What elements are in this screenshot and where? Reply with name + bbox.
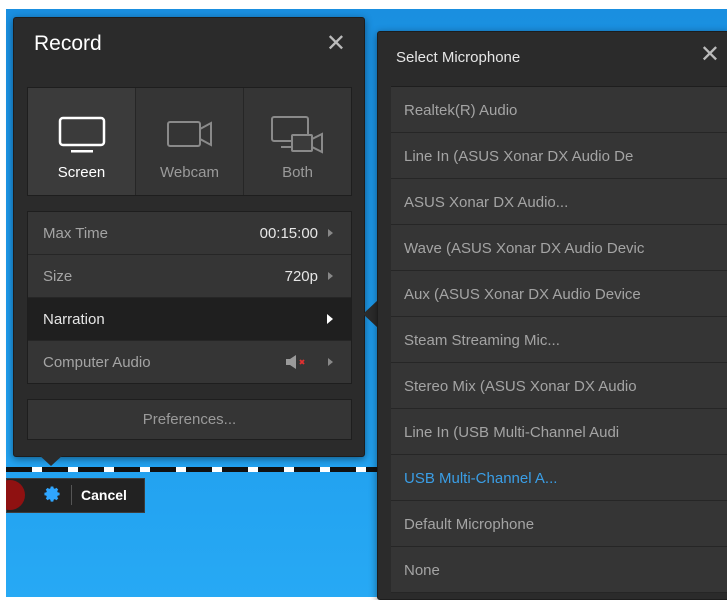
microphone-list: Realtek(R) Audio Line In (ASUS Xonar DX A… bbox=[391, 86, 727, 593]
microphone-option-label: Line In (ASUS Xonar DX Audio De bbox=[404, 148, 634, 165]
source-label: Screen bbox=[57, 164, 106, 181]
microphone-panel-title: Select Microphone bbox=[396, 49, 521, 66]
microphone-option-label: Line In (USB Multi-Channel Audi bbox=[404, 424, 620, 441]
submenu-pointer bbox=[363, 300, 378, 328]
close-icon[interactable]: ✕ bbox=[326, 32, 346, 56]
microphone-option[interactable]: Stereo Mix (ASUS Xonar DX Audio bbox=[391, 363, 727, 409]
option-value: 720p bbox=[284, 268, 318, 285]
microphone-option[interactable]: ASUS Xonar DX Audio... bbox=[391, 179, 727, 225]
microphone-option[interactable]: Line In (ASUS Xonar DX Audio De bbox=[391, 133, 727, 179]
microphone-option-label: Stereo Mix (ASUS Xonar DX Audio bbox=[404, 378, 637, 395]
record-button[interactable] bbox=[6, 480, 25, 510]
preferences-button[interactable]: Preferences... bbox=[27, 399, 352, 440]
option-label: Size bbox=[43, 268, 73, 285]
option-label: Narration bbox=[43, 311, 105, 328]
chevron-right-icon bbox=[328, 272, 333, 280]
option-label: Computer Audio bbox=[43, 354, 151, 371]
panel-pointer bbox=[38, 454, 64, 466]
toolbar-divider bbox=[71, 485, 72, 505]
record-panel-title: Record bbox=[34, 32, 102, 55]
record-toolbar: Cancel bbox=[6, 478, 145, 513]
microphone-option-label: ASUS Xonar DX Audio... bbox=[404, 194, 569, 211]
microphone-option[interactable]: Line In (USB Multi-Channel Audi bbox=[391, 409, 727, 455]
source-both-button[interactable]: Both bbox=[244, 88, 351, 195]
microphone-option-label: Aux (ASUS Xonar DX Audio Device bbox=[404, 286, 641, 303]
microphone-option-label: None bbox=[404, 562, 440, 579]
microphone-panel: Select Microphone ✕ Realtek(R) Audio Line… bbox=[377, 31, 727, 600]
chevron-right-icon bbox=[328, 358, 333, 366]
option-label: Max Time bbox=[43, 225, 109, 242]
microphone-option[interactable]: Steam Streaming Mic... bbox=[391, 317, 727, 363]
chevron-right-icon bbox=[328, 229, 333, 237]
option-computer-audio[interactable]: Computer Audio bbox=[28, 341, 351, 383]
speaker-muted-icon bbox=[286, 355, 305, 369]
microphone-option[interactable]: Realtek(R) Audio bbox=[391, 87, 727, 133]
capture-region-border[interactable] bbox=[6, 467, 386, 472]
monitor-webcam-icon bbox=[270, 116, 323, 154]
option-value: 00:15:00 bbox=[259, 225, 318, 242]
source-label: Webcam bbox=[160, 164, 219, 181]
gear-icon[interactable] bbox=[43, 485, 63, 505]
record-panel: Record ✕ Screen Webcam Both Max Time 00:… bbox=[13, 17, 365, 457]
source-selector: Screen Webcam Both bbox=[27, 87, 352, 196]
microphone-option-label: Realtek(R) Audio bbox=[404, 102, 518, 119]
microphone-option-label: Wave (ASUS Xonar DX Audio Devic bbox=[404, 240, 645, 257]
source-webcam-button[interactable]: Webcam bbox=[136, 88, 244, 195]
webcam-icon bbox=[166, 121, 212, 147]
microphone-option[interactable]: Default Microphone bbox=[391, 501, 727, 547]
source-screen-button[interactable]: Screen bbox=[28, 88, 136, 195]
microphone-option[interactable]: USB Multi-Channel A... bbox=[391, 455, 727, 501]
microphone-option-label: USB Multi-Channel A... bbox=[404, 470, 558, 487]
cancel-button[interactable]: Cancel bbox=[81, 487, 127, 503]
microphone-option[interactable]: None bbox=[391, 547, 727, 593]
option-narration[interactable]: Narration bbox=[28, 298, 351, 341]
microphone-option[interactable]: Wave (ASUS Xonar DX Audio Devic bbox=[391, 225, 727, 271]
option-max-time[interactable]: Max Time 00:15:00 bbox=[28, 212, 351, 255]
record-options-list: Max Time 00:15:00 Size 720p Narration Co… bbox=[27, 211, 352, 384]
microphone-option-label: Steam Streaming Mic... bbox=[404, 332, 560, 349]
microphone-option-label: Default Microphone bbox=[404, 516, 535, 533]
monitor-icon bbox=[58, 116, 105, 153]
source-label: Both bbox=[282, 164, 313, 181]
close-icon[interactable]: ✕ bbox=[700, 43, 720, 67]
microphone-option[interactable]: Aux (ASUS Xonar DX Audio Device bbox=[391, 271, 727, 317]
option-size[interactable]: Size 720p bbox=[28, 255, 351, 298]
chevron-right-icon bbox=[327, 314, 333, 324]
